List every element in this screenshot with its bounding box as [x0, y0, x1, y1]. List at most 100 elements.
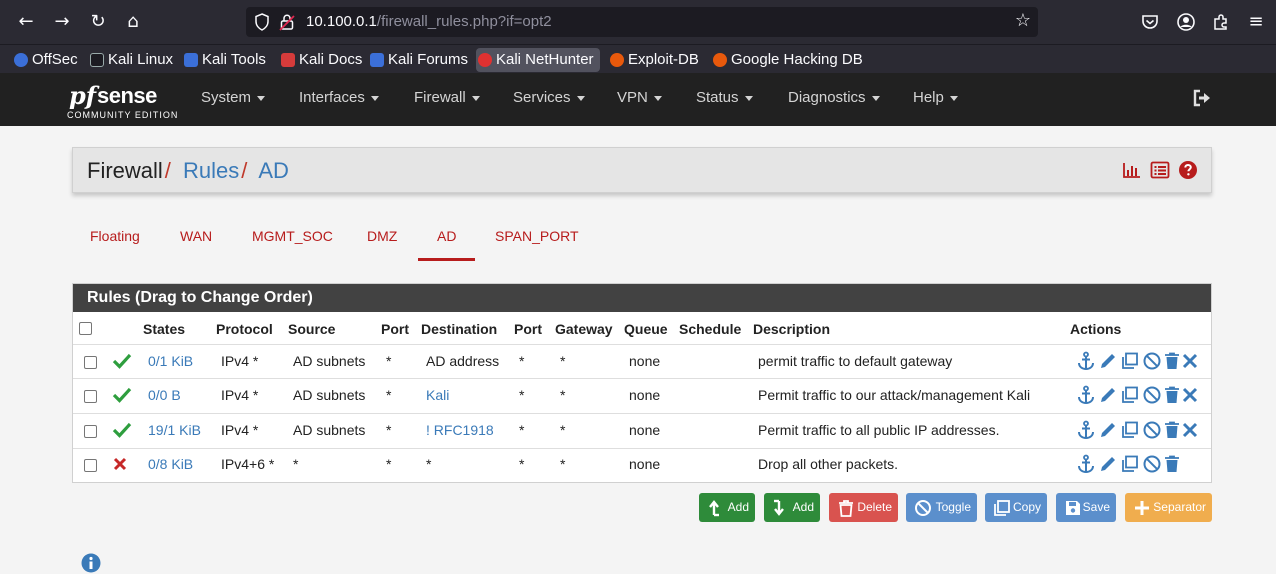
toggle-button[interactable]: Toggle	[906, 493, 977, 522]
states-link[interactable]: 0/1 KiB	[148, 353, 193, 369]
row-divider	[73, 344, 1211, 345]
trash-icon[interactable]	[1162, 351, 1182, 371]
pfsense-logo[interactable]: pf sense COMMUNITY EDITION	[67, 79, 177, 123]
menu-help[interactable]: Help	[913, 89, 958, 106]
menu-icon[interactable]: ≡	[1243, 9, 1269, 35]
tab-floating[interactable]: Floating	[90, 228, 140, 244]
forward-icon[interactable]: →	[49, 9, 75, 35]
menu-diagnostics[interactable]: Diagnostics	[788, 89, 880, 106]
pocket-icon[interactable]	[1140, 12, 1160, 32]
protocol-cell: IPv4 *	[221, 387, 259, 403]
col-source: Source	[288, 321, 336, 337]
bookmark-google-hacking-db[interactable]: Google Hacking DB	[711, 48, 863, 72]
bookmark-kali-forums[interactable]: Kali Forums	[368, 48, 468, 72]
trash-icon[interactable]	[1162, 385, 1182, 405]
pencil-icon[interactable]	[1098, 351, 1118, 371]
trash-icon	[839, 500, 853, 517]
anchor-icon[interactable]	[1076, 420, 1096, 440]
menu-system[interactable]: System	[201, 89, 266, 106]
copy-icon[interactable]	[1120, 420, 1140, 440]
close-icon[interactable]	[1180, 385, 1200, 405]
copy-button[interactable]: Copy	[985, 493, 1047, 522]
reload-icon[interactable]: ↻	[85, 9, 111, 35]
row-checkbox[interactable]	[84, 425, 97, 438]
copy-icon[interactable]	[1120, 351, 1140, 371]
bookmark-kali-tools[interactable]: Kali Tools	[182, 48, 266, 72]
caret-down-icon	[576, 95, 585, 101]
menu-status[interactable]: Status	[696, 89, 753, 106]
pencil-icon[interactable]	[1098, 454, 1118, 474]
breadcrumb-separator: /	[164, 158, 171, 183]
copy-icon[interactable]	[1120, 454, 1140, 474]
disable-icon[interactable]	[1142, 351, 1162, 371]
close-icon[interactable]	[1180, 351, 1200, 371]
extensions-icon[interactable]	[1211, 12, 1231, 32]
destination-cell: AD address	[426, 353, 500, 369]
menu-interfaces[interactable]: Interfaces	[299, 89, 379, 106]
disable-icon[interactable]	[1142, 420, 1162, 440]
help-circle-icon[interactable]	[1178, 160, 1198, 180]
tab-ad[interactable]: AD	[437, 228, 456, 244]
add-bottom-button[interactable]: Add	[764, 493, 820, 522]
tab-mgmt-soc[interactable]: MGMT_SOC	[252, 228, 333, 244]
bookmark-kali-linux[interactable]: Kali Linux	[88, 48, 173, 72]
save-button[interactable]: Save	[1056, 493, 1116, 522]
row-checkbox[interactable]	[84, 390, 97, 403]
close-icon[interactable]	[1180, 420, 1200, 440]
delete-button[interactable]: Delete	[829, 493, 898, 522]
account-icon[interactable]	[1176, 12, 1196, 32]
back-icon[interactable]: ←	[13, 9, 39, 35]
info-icon[interactable]	[81, 553, 101, 573]
shield-icon[interactable]	[254, 13, 270, 31]
source-cell: AD subnets	[293, 422, 366, 438]
trash-icon[interactable]	[1162, 454, 1182, 474]
destination-alias-link[interactable]: ! RFC1918	[426, 422, 494, 438]
bar-chart-icon[interactable]	[1122, 160, 1142, 180]
bookmark-exploit-db[interactable]: Exploit-DB	[608, 48, 699, 72]
list-icon[interactable]	[1150, 160, 1170, 180]
copy-icon[interactable]	[1120, 385, 1140, 405]
block-x-icon[interactable]	[110, 454, 130, 474]
menu-vpn[interactable]: VPN	[617, 89, 662, 106]
check-icon[interactable]	[112, 420, 132, 440]
anchor-icon[interactable]	[1076, 351, 1096, 371]
pencil-icon[interactable]	[1098, 385, 1118, 405]
bookmark-kali-nethunter[interactable]: Kali NetHunter	[476, 48, 600, 72]
select-all-checkbox[interactable]	[79, 322, 92, 335]
pencil-icon[interactable]	[1098, 420, 1118, 440]
disable-icon[interactable]	[1142, 454, 1162, 474]
row-checkbox[interactable]	[84, 356, 97, 369]
states-link[interactable]: 19/1 KiB	[148, 422, 201, 438]
anchor-icon[interactable]	[1076, 454, 1096, 474]
home-icon[interactable]: ⌂	[120, 9, 146, 35]
logout-icon[interactable]	[1192, 88, 1212, 108]
lock-insecure-icon[interactable]	[279, 13, 295, 31]
tab-dmz[interactable]: DMZ	[367, 228, 397, 244]
bookmark-offsec[interactable]: OffSec	[12, 48, 78, 72]
trash-icon[interactable]	[1162, 420, 1182, 440]
states-link[interactable]: 0/8 KiB	[148, 456, 193, 472]
tab-span-port[interactable]: SPAN_PORT	[495, 228, 579, 244]
button-label: Toggle	[935, 500, 971, 514]
breadcrumb-ad-link[interactable]: AD	[258, 158, 289, 183]
bookmark-label: OffSec	[32, 51, 78, 68]
menu-services[interactable]: Services	[513, 89, 585, 106]
anchor-icon[interactable]	[1076, 385, 1096, 405]
breadcrumb-rules-link[interactable]: Rules	[183, 158, 239, 183]
disable-icon[interactable]	[1142, 385, 1162, 405]
bookmark-star-icon[interactable]: ☆	[1015, 10, 1031, 31]
states-link[interactable]: 0/0 B	[148, 387, 181, 403]
tab-wan[interactable]: WAN	[180, 228, 212, 244]
menu-firewall[interactable]: Firewall	[414, 89, 480, 106]
add-top-button[interactable]: Add	[699, 493, 755, 522]
destination-alias-link[interactable]: Kali	[426, 387, 449, 403]
check-icon[interactable]	[112, 351, 132, 371]
source-cell: AD subnets	[293, 353, 366, 369]
separator-button[interactable]: Separator	[1125, 493, 1212, 522]
row-checkbox[interactable]	[84, 459, 97, 472]
url-bar[interactable]: 10.100.0.1/firewall_rules.php?if=opt2 ☆	[246, 7, 1038, 37]
bookmark-kali-docs[interactable]: Kali Docs	[279, 48, 362, 72]
url-text[interactable]: 10.100.0.1/firewall_rules.php?if=opt2	[306, 13, 552, 30]
check-icon[interactable]	[112, 385, 132, 405]
ghdb-icon	[713, 53, 727, 67]
